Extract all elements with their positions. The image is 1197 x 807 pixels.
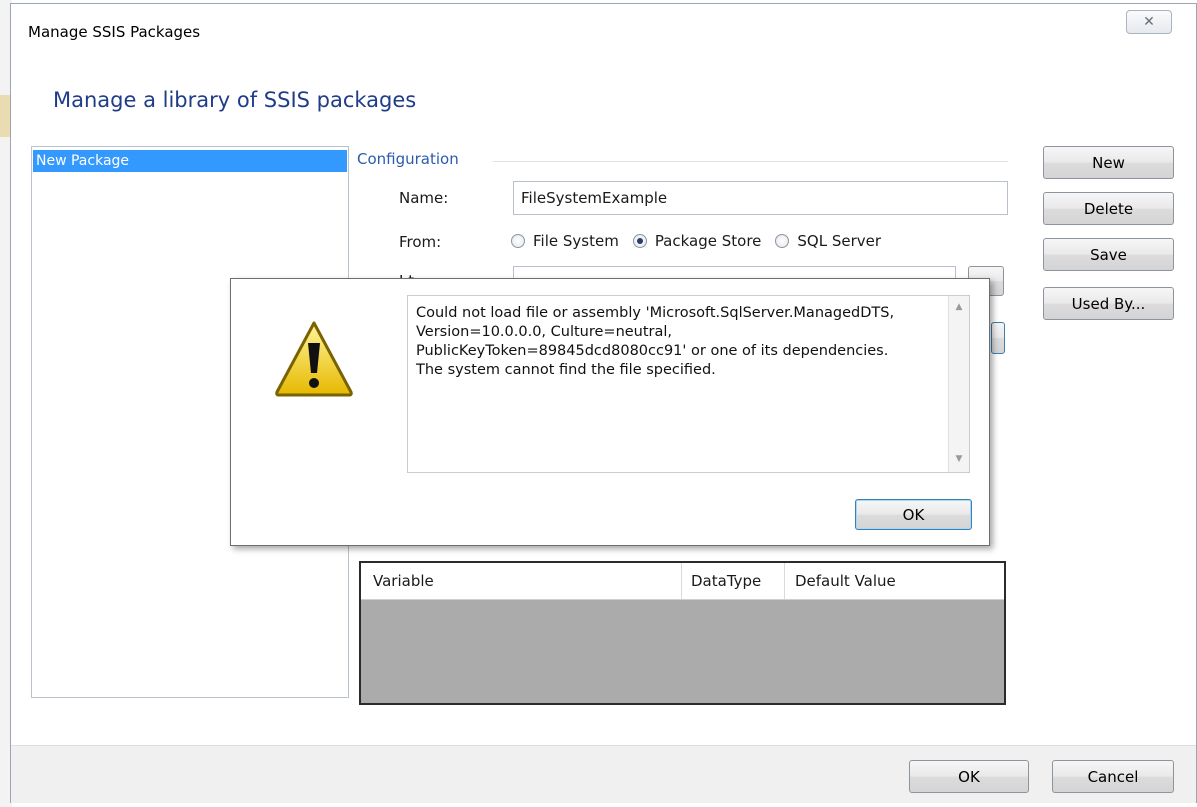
error-message-text: Could not load file or assembly 'Microso… [416, 305, 895, 378]
hidden-button-edge[interactable] [991, 322, 1005, 354]
footer-bar: OK Cancel [11, 745, 1196, 803]
cancel-button[interactable]: Cancel [1052, 760, 1174, 793]
from-radio-group: File System Package Store SQL Server [511, 232, 895, 250]
message-scrollbar[interactable]: ▲ ▼ [948, 296, 969, 472]
ok-button[interactable]: OK [909, 760, 1029, 793]
used-by-button[interactable]: Used By... [1043, 287, 1174, 320]
radio-file-system[interactable]: File System [511, 232, 619, 250]
close-icon: ✕ [1143, 14, 1155, 30]
scroll-down-icon[interactable]: ▼ [949, 450, 969, 468]
title-bar: Manage SSIS Packages ✕ [11, 4, 1196, 46]
page-title: Manage a library of SSIS packages [53, 88, 417, 112]
host-app-highlight [0, 95, 10, 137]
column-header-variable[interactable]: Variable [361, 563, 682, 599]
radio-sql-server[interactable]: SQL Server [775, 232, 881, 250]
new-button[interactable]: New [1043, 146, 1174, 179]
radio-circle [511, 234, 525, 248]
dialog-ok-button[interactable]: OK [855, 499, 972, 530]
warning-icon [275, 321, 353, 397]
grid-header: Variable DataType Default Value [361, 563, 1004, 600]
name-label: Name: [399, 189, 449, 207]
radio-circle [775, 234, 790, 248]
radio-sql-server-label: SQL Server [797, 232, 882, 250]
configuration-divider [493, 161, 1008, 162]
radio-package-store[interactable]: Package Store [632, 232, 762, 250]
window-title: Manage SSIS Packages [28, 23, 201, 41]
column-header-datatype[interactable]: DataType [682, 563, 785, 599]
package-list-item[interactable]: New Package [33, 150, 347, 172]
configuration-section-label: Configuration [357, 150, 459, 168]
column-header-default-value[interactable]: Default Value [785, 563, 1004, 599]
radio-file-system-label: File System [533, 232, 619, 250]
from-label: From: [399, 233, 442, 251]
close-button[interactable]: ✕ [1126, 10, 1172, 34]
delete-button[interactable]: Delete [1043, 192, 1174, 225]
radio-circle-selected [632, 234, 647, 248]
variables-grid[interactable]: Variable DataType Default Value [359, 561, 1006, 705]
radio-package-store-label: Package Store [654, 232, 762, 250]
save-button[interactable]: Save [1043, 238, 1174, 271]
error-dialog: Could not load file or assembly 'Microso… [230, 278, 990, 546]
scroll-up-icon[interactable]: ▲ [949, 298, 969, 316]
name-field[interactable]: FileSystemExample [513, 181, 1008, 215]
error-message-box[interactable]: Could not load file or assembly 'Microso… [407, 295, 970, 473]
